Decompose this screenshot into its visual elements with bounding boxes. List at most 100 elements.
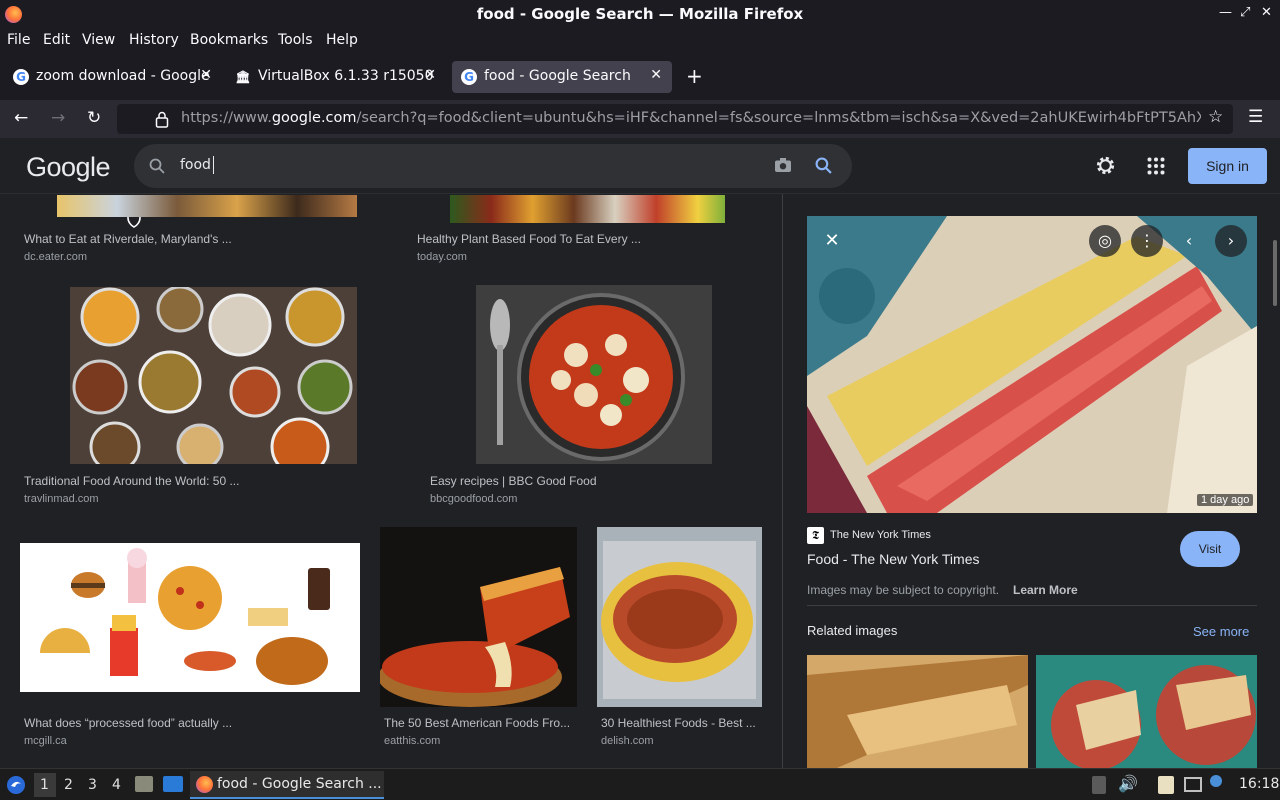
tab-label: food - Google Search [484, 68, 631, 84]
tab-zoom-download[interactable]: G zoom download - Google ✕ [4, 61, 218, 93]
tray-clipboard-icon[interactable] [1092, 776, 1106, 794]
gnocchi-pan-graphic [476, 285, 712, 464]
result-caption[interactable]: Healthy Plant Based Food To Eat Every ..… [417, 232, 641, 246]
tab-food-google-search[interactable]: G food - Google Search ✕ [452, 61, 672, 93]
menu-bookmarks[interactable]: Bookmarks [190, 32, 268, 48]
reload-icon[interactable]: ↻ [87, 108, 101, 128]
more-options-icon[interactable]: ⋮ [1131, 225, 1163, 257]
tray-notification-icon[interactable] [1210, 775, 1222, 787]
close-tab-icon[interactable]: ✕ [424, 67, 436, 83]
see-more-link[interactable]: See more [1193, 624, 1249, 639]
previous-image-icon[interactable]: ‹ [1173, 225, 1205, 257]
workspace-1[interactable]: 1 [40, 777, 49, 793]
apps-grid-icon[interactable] [1147, 157, 1165, 175]
result-image-bbc-good-food[interactable] [476, 285, 712, 464]
hamburger-menu-icon[interactable]: ☰ [1248, 107, 1263, 127]
preview-image-tamales[interactable]: 1 day ago [807, 216, 1257, 513]
tray-notes-icon[interactable] [1158, 776, 1174, 794]
file-manager-icon[interactable] [135, 776, 153, 792]
publisher-name[interactable]: The New York Times [830, 529, 931, 541]
tab-virtualbox[interactable]: 🏛 VirtualBox 6.1.33 r15050 ✕ [226, 61, 442, 93]
result-caption[interactable]: The 50 Best American Foods Fro... [384, 716, 570, 730]
menu-bar: File Edit View History Bookmarks Tools H… [0, 29, 1280, 54]
forward-arrow-icon[interactable]: → [51, 108, 65, 128]
search-box[interactable]: food [134, 144, 852, 188]
page-scrollbar-thumb[interactable] [1273, 240, 1277, 306]
camera-icon[interactable] [774, 157, 792, 173]
settings-gear-icon[interactable] [1094, 154, 1117, 177]
search-icon [149, 158, 165, 174]
result-caption[interactable]: Easy recipes | BBC Good Food [430, 474, 597, 488]
result-image-plant-based[interactable] [450, 195, 725, 223]
search-submit-icon[interactable] [815, 157, 832, 174]
menu-tools[interactable]: Tools [278, 32, 313, 48]
google-icon: G [461, 69, 477, 85]
restore-button[interactable]: ⤢ [1240, 5, 1250, 20]
result-caption[interactable]: Traditional Food Around the World: 50 ..… [24, 474, 239, 488]
menu-file[interactable]: File [7, 32, 30, 48]
related-image-2[interactable] [1036, 655, 1257, 768]
result-image-american-foods[interactable] [380, 527, 577, 707]
building-icon: 🏛 [235, 70, 251, 84]
result-source: eatthis.com [384, 735, 441, 747]
result-image-riverdale[interactable] [57, 195, 357, 217]
firefox-icon [196, 776, 213, 793]
divider [807, 605, 1257, 606]
salmon-tray-graphic [597, 527, 762, 707]
window-title: food - Google Search — Mozilla Firefox [476, 5, 804, 23]
food-spread-graphic [70, 287, 357, 464]
taskbar-app-firefox[interactable]: food - Google Search ... [190, 771, 384, 799]
tamale-plate-graphic [1036, 655, 1257, 768]
lens-search-icon[interactable]: ◎ [1089, 225, 1121, 257]
start-menu-icon[interactable] [6, 775, 26, 795]
tab-bar: G zoom download - Google ✕ 🏛 VirtualBox … [0, 54, 1280, 100]
close-preview-icon[interactable]: ✕ [816, 225, 848, 257]
visit-button[interactable]: Visit [1180, 531, 1240, 567]
menu-view[interactable]: View [82, 32, 115, 48]
google-header: Google food Sign in [0, 138, 1280, 194]
url-prefix: https://www. [181, 110, 272, 126]
url-text[interactable]: https://www.google.com/search?q=food&cli… [181, 110, 1201, 126]
volume-icon[interactable]: 🔊 [1118, 774, 1138, 793]
result-image-processed-food[interactable] [20, 543, 360, 692]
new-tab-button[interactable]: + [686, 64, 703, 88]
result-caption[interactable]: What to Eat at Riverdale, Maryland's ... [24, 232, 232, 246]
result-image-healthiest-foods[interactable] [597, 527, 762, 707]
desktop-icon[interactable] [163, 776, 183, 792]
menu-edit[interactable]: Edit [43, 32, 70, 48]
lock-icon[interactable] [155, 111, 169, 128]
result-image-traditional-food[interactable] [70, 287, 357, 464]
taskbar-app-label: food - Google Search ... [217, 776, 382, 792]
tray-display-icon[interactable] [1184, 777, 1202, 792]
system-taskbar: 1 2 3 4 food - Google Search ... 🔊 16:18 [0, 768, 1280, 800]
tamales-graphic [807, 216, 1257, 513]
result-source: dc.eater.com [24, 251, 87, 263]
url-bar[interactable]: https://www.google.com/search?q=food&cli… [117, 104, 1233, 134]
sign-in-button[interactable]: Sign in [1188, 148, 1267, 184]
workspace-2[interactable]: 2 [64, 777, 73, 793]
google-logo[interactable]: Google [26, 152, 111, 183]
text-cursor [213, 156, 214, 174]
result-source: bbcgoodfood.com [430, 493, 518, 505]
minimize-button[interactable]: — [1219, 5, 1232, 20]
menu-history[interactable]: History [129, 32, 179, 48]
result-source: travlinmad.com [24, 493, 99, 505]
bookmark-star-icon[interactable]: ☆ [1208, 107, 1223, 127]
result-caption[interactable]: What does “processed food” actually ... [24, 716, 232, 730]
preview-title[interactable]: Food - The New York Times [807, 551, 979, 567]
close-tab-icon[interactable]: ✕ [650, 67, 662, 83]
window-titlebar: food - Google Search — Mozilla Firefox —… [0, 0, 1280, 29]
image-age-badge: 1 day ago [1197, 494, 1254, 506]
menu-help[interactable]: Help [326, 32, 358, 48]
result-caption[interactable]: 30 Healthiest Foods - Best ... [601, 716, 756, 730]
next-image-icon[interactable]: › [1215, 225, 1247, 257]
learn-more-link[interactable]: Learn More [1013, 583, 1078, 597]
back-arrow-icon[interactable]: ← [14, 108, 28, 128]
close-window-button[interactable]: ✕ [1261, 5, 1272, 20]
search-input[interactable]: food [180, 157, 211, 173]
workspace-3[interactable]: 3 [88, 777, 97, 793]
related-image-1[interactable] [807, 655, 1028, 768]
close-tab-icon[interactable]: ✕ [200, 67, 212, 83]
tamale-husk-graphic [807, 655, 1028, 768]
workspace-4[interactable]: 4 [112, 777, 121, 793]
